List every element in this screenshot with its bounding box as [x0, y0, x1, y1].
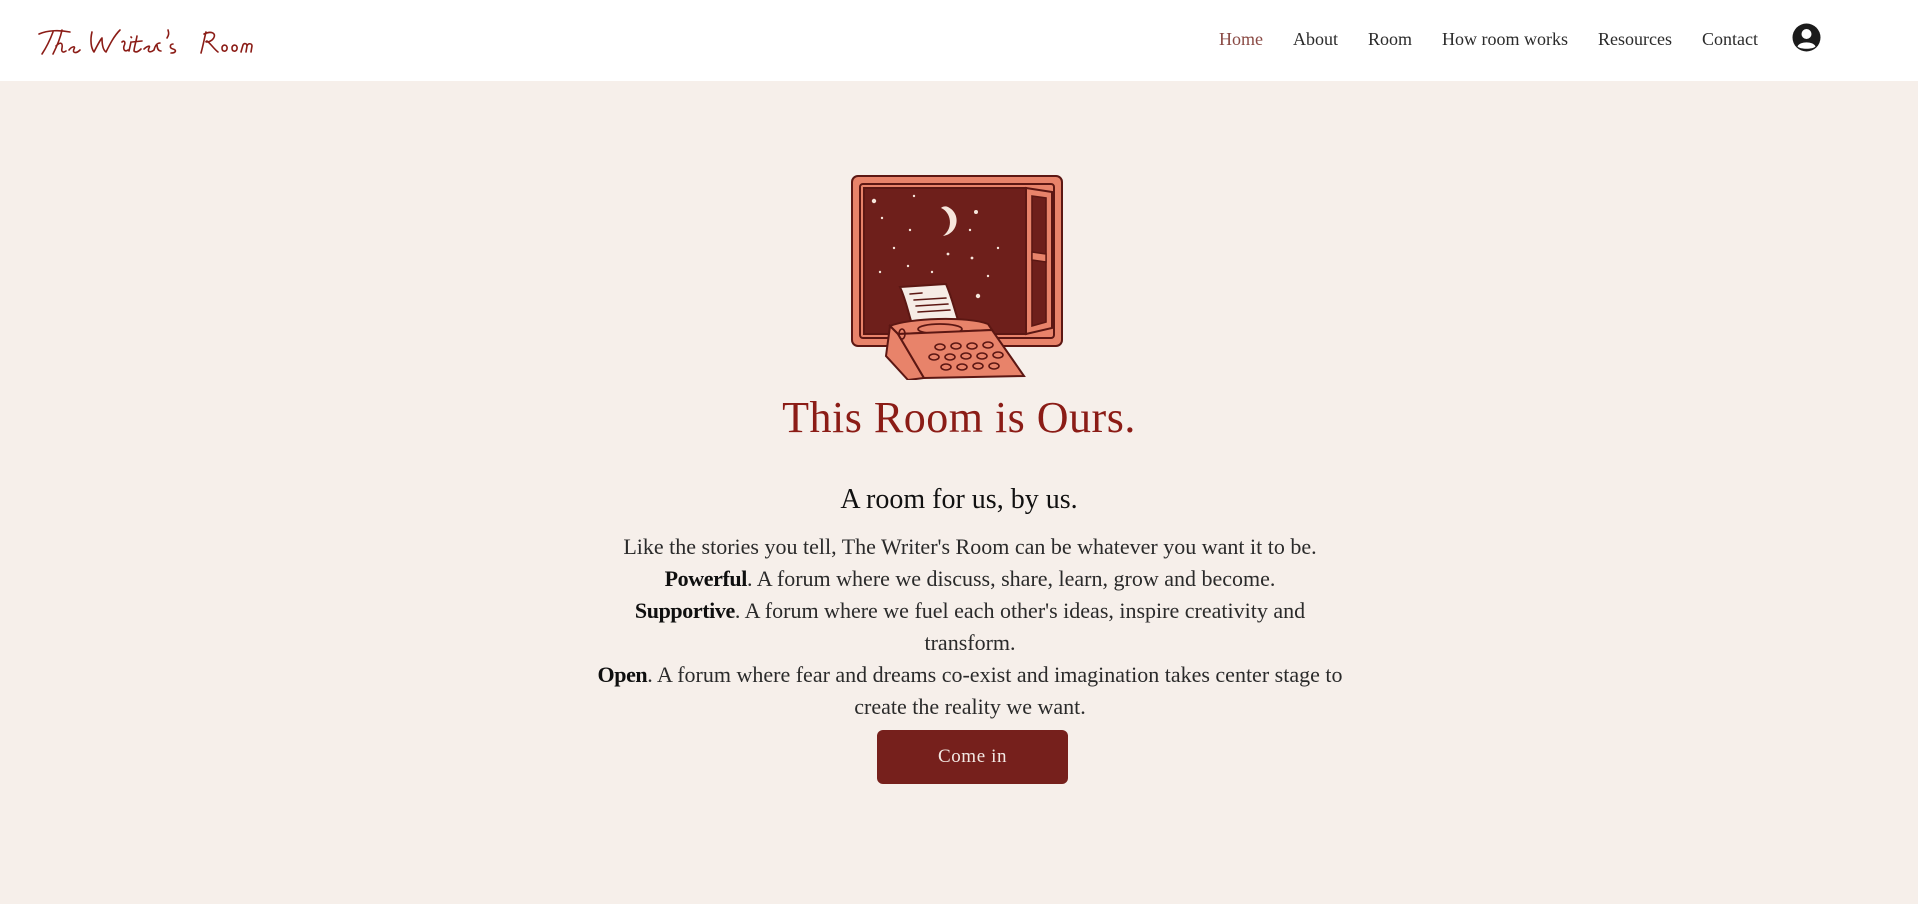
main-nav: Home About Room How room works Resources…	[1204, 26, 1758, 53]
point-powerful: Powerful. A forum where we discuss, shar…	[590, 563, 1350, 595]
nav-how-room-works[interactable]: How room works	[1427, 26, 1583, 53]
nav-home[interactable]: Home	[1204, 26, 1278, 53]
point-text: . A forum where we fuel each other's ide…	[734, 598, 1306, 655]
point-term: Supportive	[634, 598, 735, 623]
point-term: Open	[597, 662, 648, 687]
intro-line: Like the stories you tell, The Writer's …	[623, 534, 1317, 559]
window-typewriter-illustration	[848, 174, 1066, 382]
come-in-button[interactable]: Come in	[877, 730, 1068, 784]
point-text: . A forum where we discuss, share, learn…	[746, 566, 1276, 591]
point-supportive: Supportive. A forum where we fuel each o…	[590, 595, 1350, 659]
page-subtitle: A room for us, by us.	[840, 484, 1078, 515]
point-term: Powerful	[664, 566, 748, 591]
account-avatar-icon[interactable]	[1792, 23, 1821, 52]
site-logo[interactable]	[36, 22, 256, 62]
nav-about[interactable]: About	[1278, 26, 1353, 53]
point-text: . A forum where fear and dreams co-exist…	[647, 662, 1343, 719]
page-title: This Room is Ours.	[782, 393, 1136, 442]
nav-contact[interactable]: Contact	[1687, 26, 1758, 53]
nav-room[interactable]: Room	[1353, 26, 1427, 53]
site-header: Home About Room How room works Resources…	[0, 0, 1918, 81]
point-open: Open. A forum where fear and dreams co-e…	[590, 659, 1350, 723]
nav-resources[interactable]: Resources	[1583, 26, 1687, 53]
logo-script-wordmark	[38, 29, 253, 55]
intro-paragraph: Like the stories you tell, The Writer's …	[590, 531, 1350, 723]
